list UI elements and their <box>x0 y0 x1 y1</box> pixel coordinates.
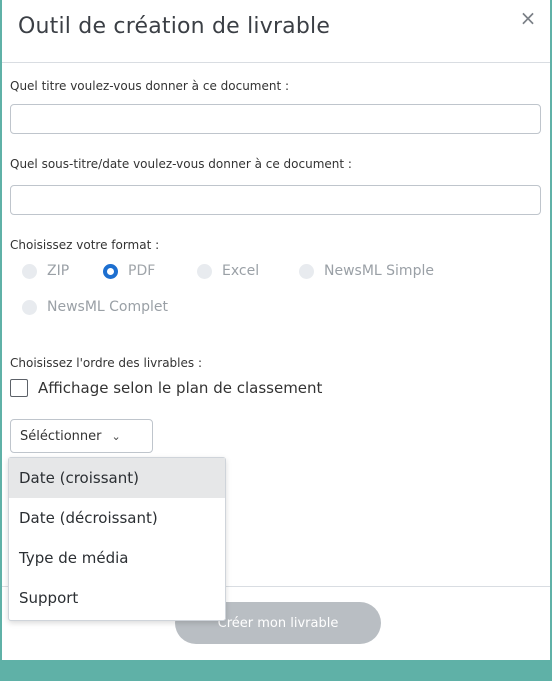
deliverable-modal: Outil de création de livrable × Quel tit… <box>2 0 550 660</box>
radio-unchecked-icon <box>22 299 37 315</box>
format-label: Choisissez votre format : <box>10 238 160 252</box>
dropdown-item-date-desc[interactable]: Date (décroissant) <box>9 498 225 538</box>
subtitle-field-label: Quel sous-titre/date voulez-vous donner … <box>10 157 352 171</box>
radio-unchecked-icon <box>197 263 212 279</box>
close-icon[interactable]: × <box>516 6 540 30</box>
checkbox-icon[interactable] <box>10 379 28 397</box>
format-option-label: Excel <box>222 263 260 279</box>
subtitle-input[interactable] <box>10 185 541 215</box>
title-input[interactable] <box>10 104 541 134</box>
dropdown-item-media-type[interactable]: Type de média <box>9 538 225 578</box>
radio-unchecked-icon <box>22 263 37 279</box>
format-option-label: NewsML Simple <box>324 263 434 279</box>
modal-title: Outil de création de livrable <box>18 14 331 39</box>
title-field-label: Quel titre voulez-vous donner à ce docum… <box>10 79 290 93</box>
format-option-pdf[interactable]: PDF <box>103 263 155 279</box>
chevron-down-icon: ⌄ <box>111 429 121 443</box>
order-dropdown-menu: Date (croissant) Date (décroissant) Type… <box>8 457 226 621</box>
format-option-newsml-complet[interactable]: NewsML Complet <box>22 299 168 315</box>
order-label: Choisissez l'ordre des livrables : <box>10 356 202 370</box>
classification-checkbox-row[interactable]: Affichage selon le plan de classement <box>10 379 322 397</box>
order-select[interactable]: Séléctionner ⌄ <box>10 419 153 453</box>
dropdown-item-support[interactable]: Support <box>9 578 225 618</box>
format-option-label: NewsML Complet <box>47 299 169 315</box>
header-divider <box>2 62 550 63</box>
radio-unchecked-icon <box>299 263 314 279</box>
format-option-newsml-simple[interactable]: NewsML Simple <box>299 263 434 279</box>
format-option-label: PDF <box>128 263 156 279</box>
radio-checked-icon <box>103 263 118 279</box>
format-option-label: ZIP <box>47 263 70 279</box>
order-select-value: Séléctionner <box>20 428 102 444</box>
dropdown-item-date-asc[interactable]: Date (croissant) <box>9 458 225 498</box>
classification-checkbox-label: Affichage selon le plan de classement <box>38 379 323 397</box>
format-option-excel[interactable]: Excel <box>197 263 259 279</box>
format-option-zip[interactable]: ZIP <box>22 263 69 279</box>
